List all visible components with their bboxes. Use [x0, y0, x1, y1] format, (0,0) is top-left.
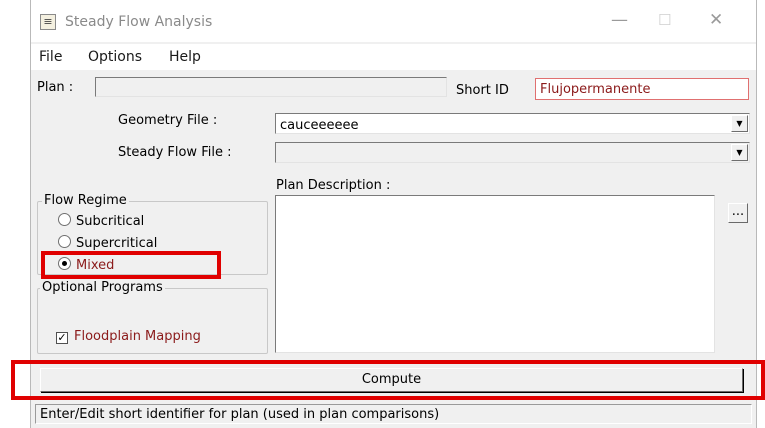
optional-programs-title: Optional Programs: [40, 280, 165, 295]
plan-label: Plan :: [37, 80, 74, 95]
plan-input[interactable]: [95, 77, 447, 97]
radio-subcritical[interactable]: Subcritical: [58, 213, 144, 229]
chevron-down-icon[interactable]: ▼: [731, 144, 748, 161]
menu-file[interactable]: File: [39, 49, 62, 65]
radio-button-icon[interactable]: [58, 213, 71, 226]
checkmark-icon[interactable]: ✓: [56, 332, 68, 344]
chevron-down-icon[interactable]: ▼: [731, 115, 748, 132]
minimize-icon[interactable]: —: [611, 10, 628, 30]
radio-button-icon[interactable]: [58, 235, 71, 248]
geometry-file-label: Geometry File :: [118, 113, 218, 128]
plan-description-ellipsis-button[interactable]: ...: [728, 203, 748, 223]
close-icon[interactable]: ✕: [709, 10, 723, 30]
maximize-icon[interactable]: ☐: [658, 11, 671, 29]
short-id-label: Short ID: [456, 83, 509, 98]
short-id-input[interactable]: Flujopermanente: [535, 78, 749, 100]
floodplain-mapping-checkbox[interactable]: ✓ Floodplain Mapping: [56, 329, 201, 344]
menu-bar: File Options Help: [31, 44, 756, 70]
plan-description-textarea[interactable]: [275, 195, 715, 353]
window-title: Steady Flow Analysis: [65, 14, 213, 30]
menu-options[interactable]: Options: [88, 49, 142, 65]
geometry-file-select[interactable]: cauceeeeee ▼: [275, 113, 750, 134]
title-bar: ≡ Steady Flow Analysis — ☐ ✕: [31, 0, 756, 42]
flow-regime-title: Flow Regime: [42, 193, 129, 208]
plan-description-label: Plan Description :: [276, 178, 391, 193]
compute-highlight-box: [11, 360, 765, 400]
status-bar: Enter/Edit short identifier for plan (us…: [35, 404, 752, 424]
radio-supercritical[interactable]: Supercritical: [58, 235, 157, 251]
steady-flow-file-label: Steady Flow File :: [118, 145, 232, 160]
mixed-highlight-box: [41, 251, 221, 279]
app-icon: ≡: [40, 14, 56, 30]
optional-programs-group: Optional Programs: [37, 280, 268, 354]
menu-help[interactable]: Help: [169, 49, 201, 65]
steady-flow-file-select[interactable]: ▼: [275, 142, 750, 163]
